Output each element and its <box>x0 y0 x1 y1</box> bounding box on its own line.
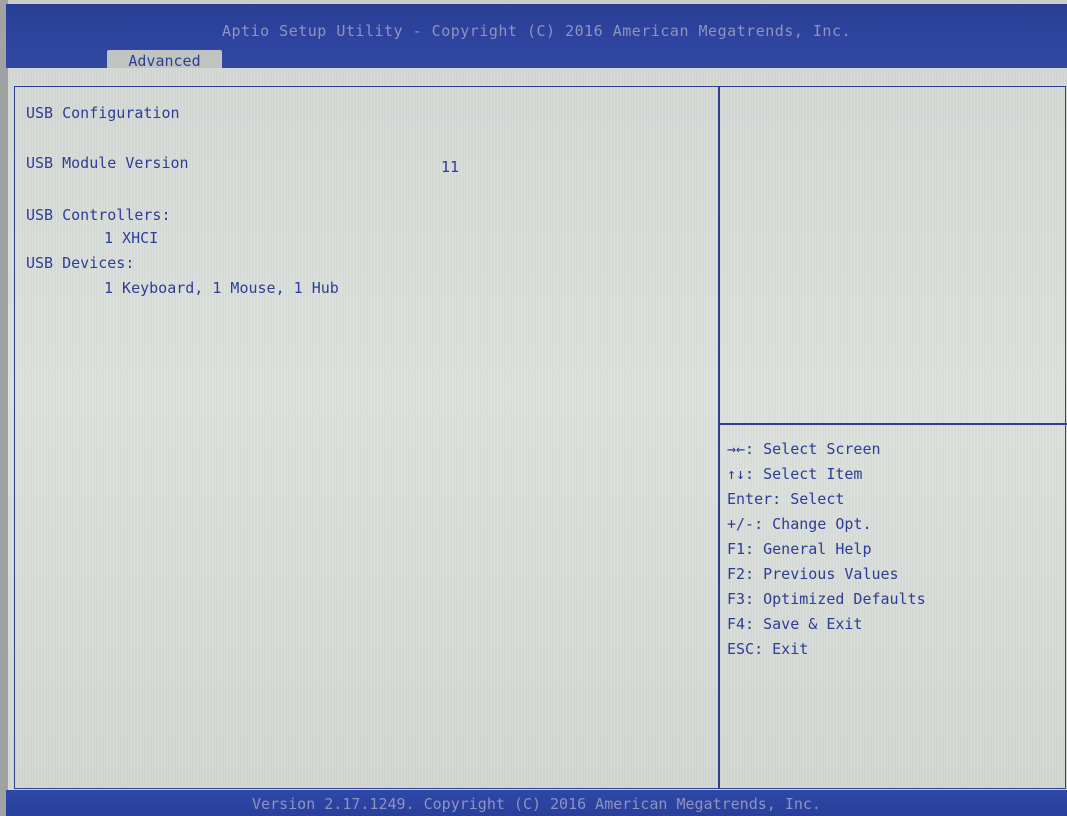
content-area: USB Configuration USB Module Version 11 … <box>8 68 1067 790</box>
footer-bar: Version 2.17.1249. Copyright (C) 2016 Am… <box>6 790 1067 816</box>
content-frame <box>14 86 1066 789</box>
help-change-opt: +/-: Change Opt. <box>727 515 872 533</box>
header-title: Aptio Setup Utility - Copyright (C) 2016… <box>221 22 852 40</box>
bios-screen: Aptio Setup Utility - Copyright (C) 2016… <box>0 0 1067 816</box>
panel-divider-horizontal <box>719 423 1067 425</box>
help-esc-exit: ESC: Exit <box>727 640 809 658</box>
usb-controllers-value: 1 XHCI <box>104 229 159 247</box>
help-select-screen: →←: Select Screen <box>727 440 881 458</box>
header-bar: Aptio Setup Utility - Copyright (C) 2016… <box>6 4 1067 72</box>
help-general-help: F1: General Help <box>727 540 872 558</box>
page-title: USB Configuration <box>26 104 180 122</box>
footer-version-text: Version 2.17.1249. Copyright (C) 2016 Am… <box>252 795 821 813</box>
usb-controllers-label: USB Controllers: <box>26 206 171 224</box>
usb-devices-value: 1 Keyboard, 1 Mouse, 1 Hub <box>104 279 339 297</box>
panel-divider-vertical <box>718 86 720 789</box>
usb-devices-label: USB Devices: <box>26 254 135 272</box>
help-select-item: ↑↓: Select Item <box>727 465 863 483</box>
usb-module-version-label: USB Module Version <box>26 154 189 172</box>
help-previous-values: F2: Previous Values <box>727 565 899 583</box>
help-save-exit: F4: Save & Exit <box>727 615 863 633</box>
help-enter-select: Enter: Select <box>727 490 845 508</box>
bezel-edge <box>0 0 8 816</box>
help-optimized-defaults: F3: Optimized Defaults <box>727 590 926 608</box>
usb-module-version-value: 11 <box>441 158 460 176</box>
